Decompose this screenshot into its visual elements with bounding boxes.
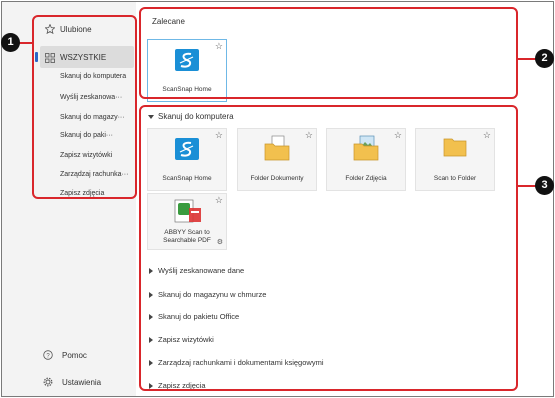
help-link[interactable]: Pomoc (62, 351, 87, 360)
callout-box-3 (139, 105, 518, 391)
settings-link[interactable]: Ustawienia (62, 378, 101, 387)
callout-badge-1: 1 (1, 33, 20, 52)
callout-badge-2: 2 (535, 49, 554, 68)
help-icon: ? (43, 350, 53, 360)
callout-line-1 (18, 42, 33, 44)
callout-badge-3: 3 (535, 176, 554, 195)
callout-line-2 (517, 58, 537, 60)
svg-text:?: ? (46, 353, 50, 359)
callout-box-2 (139, 7, 518, 99)
gear-icon (43, 377, 53, 387)
callout-line-3 (517, 185, 537, 187)
callout-box-1 (32, 15, 137, 199)
